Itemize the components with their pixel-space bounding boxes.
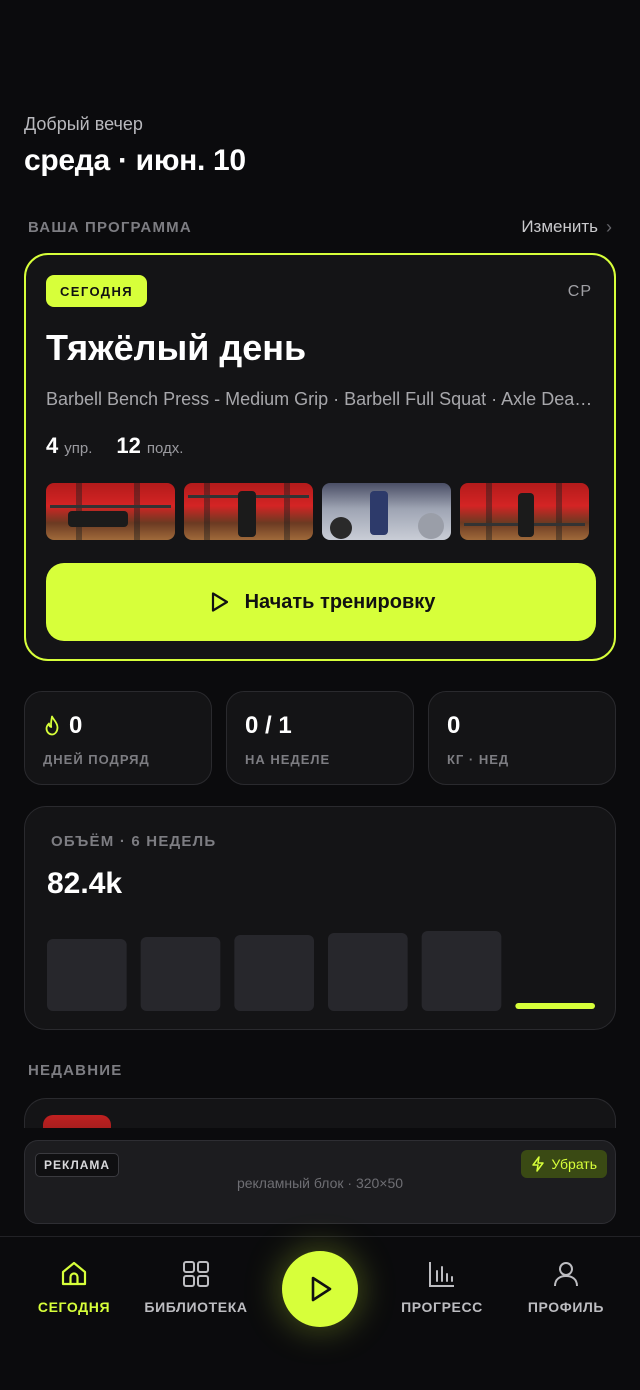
- set-unit: подх.: [146, 440, 184, 457]
- remove-ads-label: Убрать: [551, 1156, 597, 1172]
- remove-ads-button[interactable]: Убрать: [521, 1150, 607, 1178]
- tab-profile-label: ПРОФИЛЬ: [527, 1299, 605, 1315]
- grid-icon: [183, 1261, 209, 1287]
- exercise-unit: упр.: [64, 440, 93, 457]
- week-value: 0 / 1: [245, 712, 292, 739]
- ad-placeholder-text: рекламный блок · 320×50: [236, 1175, 404, 1191]
- greeting: Добрый вечер: [24, 114, 143, 134]
- workout-counts: 4 упр. 12 подх.: [46, 433, 183, 459]
- volume-bar-week-4: [328, 933, 408, 1011]
- set-count: 12: [116, 433, 141, 458]
- program-section-header: ВАША ПРОГРАММА Изменить ›: [28, 216, 612, 238]
- weight-stat-card: 0 КГ · НЕД: [428, 691, 616, 785]
- volume-bar-week-3: [234, 935, 314, 1011]
- ad-banner: РЕКЛАМА Убрать рекламный блок · 320×50: [24, 1140, 616, 1224]
- workout-title: Тяжёлый день: [46, 327, 307, 368]
- today-workout-card[interactable]: СЕГОДНЯ СР Тяжёлый день Barbell Bench Pr…: [24, 253, 616, 661]
- exercise-thumbnail: [460, 483, 589, 540]
- exercise-thumbnail: [322, 483, 451, 540]
- play-icon: [311, 1276, 332, 1302]
- exercise-count: 4: [46, 433, 59, 458]
- exercise-list: Barbell Bench Press - Medium Grip · Barb…: [46, 389, 598, 409]
- exercise-thumbnail: [184, 483, 313, 540]
- week-stat-card: 0 / 1 НА НЕДЕЛЕ: [226, 691, 414, 785]
- edit-label: Изменить: [521, 217, 598, 236]
- home-icon: [61, 1261, 87, 1286]
- volume-bar-week-5: [421, 931, 502, 1011]
- ad-tag: РЕКЛАМА: [35, 1153, 120, 1177]
- streak-stat-card: 0 ДНЕЙ ПОДРЯД: [24, 691, 212, 785]
- volume-bar-chart: [47, 931, 595, 1011]
- exercise-thumbnails: [46, 483, 589, 540]
- streak-value: 0: [69, 712, 83, 739]
- quick-start-button[interactable]: [282, 1251, 358, 1327]
- lightning-icon: [532, 1156, 545, 1172]
- week-label: НА НЕДЕЛЕ: [245, 752, 331, 767]
- volume-bar-week-1: [47, 939, 127, 1011]
- recent-workout-card[interactable]: [24, 1098, 616, 1128]
- streak-label: ДНЕЙ ПОДРЯД: [43, 752, 150, 767]
- flame-icon: [45, 715, 59, 736]
- tab-today-label: СЕГОДНЯ: [37, 1299, 111, 1315]
- day-abbreviation: СР: [567, 283, 592, 300]
- weight-value: 0: [447, 712, 461, 739]
- tab-library[interactable]: БИБЛИОТЕКА: [136, 1259, 256, 1315]
- chevron-right-icon: ›: [606, 216, 612, 237]
- tab-progress-label: ПРОГРЕСС: [401, 1299, 483, 1315]
- tab-profile[interactable]: ПРОФИЛЬ: [506, 1259, 626, 1315]
- volume-label: ОБЪЁМ · 6 НЕДЕЛЬ: [51, 833, 217, 850]
- tab-progress[interactable]: ПРОГРЕСС: [382, 1259, 502, 1315]
- play-icon: [211, 592, 228, 612]
- volume-total: 82.4k: [47, 867, 123, 900]
- volume-bar-week-2: [140, 937, 221, 1011]
- bar-chart-icon: [429, 1262, 454, 1287]
- tab-library-label: БИБЛИОТЕКА: [144, 1299, 248, 1315]
- exercise-thumbnail: [46, 483, 175, 540]
- edit-program-link[interactable]: Изменить ›: [521, 217, 612, 238]
- start-workout-label: Начать тренировку: [244, 590, 436, 613]
- section-label: ВАША ПРОГРАММА: [28, 218, 192, 236]
- page-title-date: среда · июн. 10: [24, 144, 246, 177]
- tab-today[interactable]: СЕГОДНЯ: [14, 1259, 134, 1315]
- recent-workout-thumbnail: [43, 1115, 111, 1128]
- bottom-tab-bar: СЕГОДНЯ БИБЛИОТЕКА ПРОГРЕСС ПРОФИЛЬ: [0, 1236, 640, 1390]
- start-workout-button[interactable]: Начать тренировку: [46, 563, 596, 641]
- volume-card: ОБЪЁМ · 6 НЕДЕЛЬ 82.4k: [24, 806, 616, 1030]
- volume-bar-week-6: [515, 1003, 595, 1009]
- today-badge: СЕГОДНЯ: [46, 275, 147, 307]
- user-icon: [554, 1262, 578, 1287]
- weight-label: КГ · НЕД: [447, 752, 510, 767]
- recent-section-label: НЕДАВНИЕ: [28, 1062, 123, 1079]
